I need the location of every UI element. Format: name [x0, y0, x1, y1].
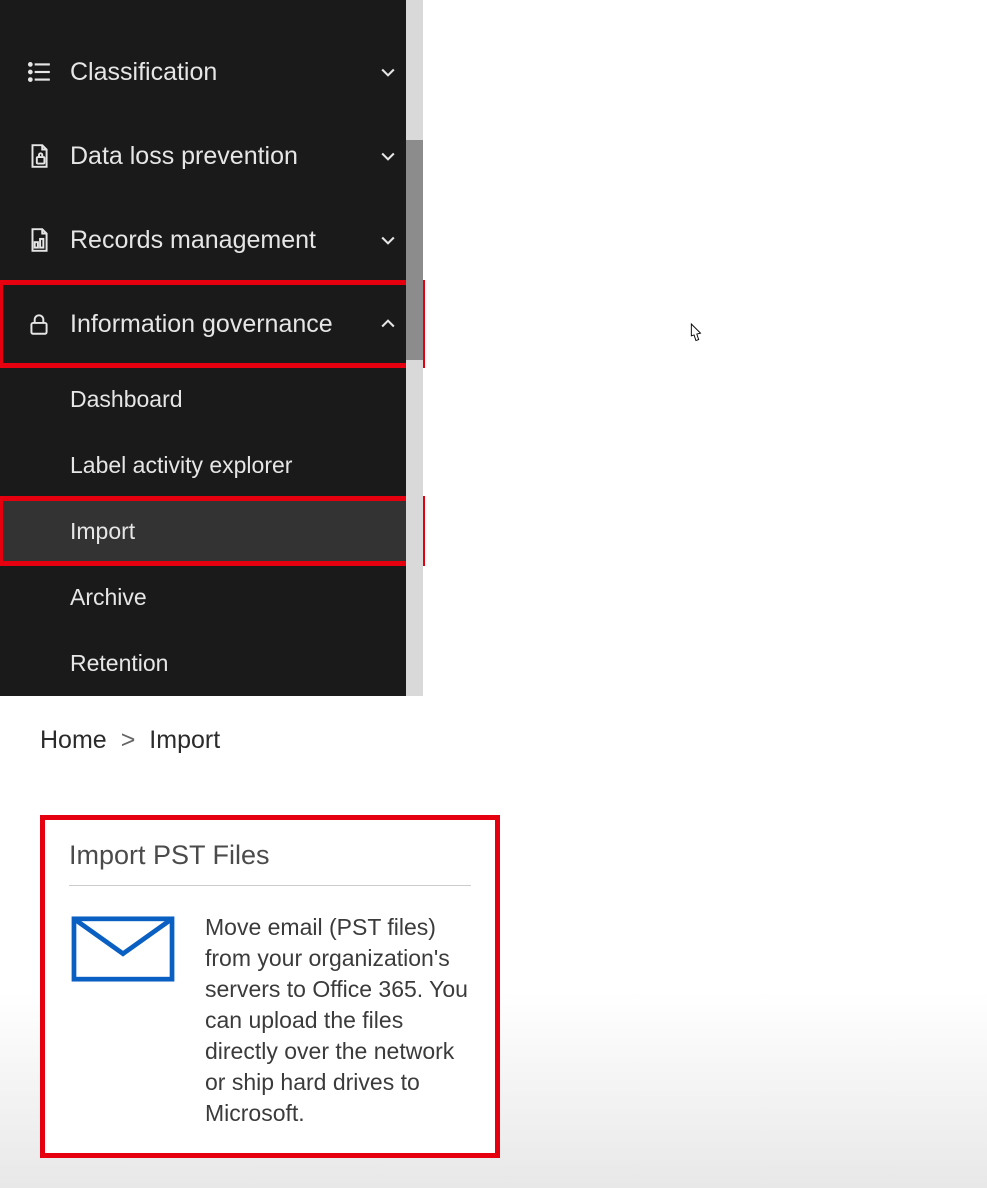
lock-icon — [24, 309, 54, 339]
sidebar: Classification Data loss prevention — [0, 0, 423, 696]
file-lock-icon — [24, 141, 54, 171]
sidebar-item-label: Classification — [70, 58, 377, 87]
sidebar-sub-dashboard[interactable]: Dashboard — [0, 366, 423, 432]
sidebar-item-label: Data loss prevention — [70, 142, 377, 171]
sidebar-item-information-governance[interactable]: Information governance — [0, 282, 423, 366]
card-description: Move email (PST files) from your organiz… — [205, 912, 471, 1129]
sidebar-item-label: Records management — [70, 226, 377, 255]
chevron-down-icon — [377, 61, 399, 83]
chevron-down-icon — [377, 229, 399, 251]
sidebar-sub-label: Archive — [70, 584, 147, 611]
nav-spacer — [0, 0, 423, 30]
sidebar-sub-label: Import — [70, 518, 135, 545]
sidebar-sub-import[interactable]: Import — [0, 498, 423, 564]
sidebar-sub-label-activity-explorer[interactable]: Label activity explorer — [0, 432, 423, 498]
sidebar-sub-archive[interactable]: Archive — [0, 564, 423, 630]
mail-icon — [69, 912, 177, 982]
card-title: Import PST Files — [69, 840, 471, 886]
breadcrumb-current[interactable]: Import — [149, 726, 220, 755]
scrollbar-thumb[interactable] — [406, 140, 423, 360]
sidebar-sub-retention[interactable]: Retention — [0, 630, 423, 696]
scrollbar-track[interactable] — [406, 0, 423, 696]
chevron-up-icon — [377, 313, 399, 335]
cursor-pointer-icon — [684, 322, 706, 348]
sidebar-sub-label: Label activity explorer — [70, 452, 292, 479]
breadcrumb-separator: > — [121, 726, 136, 755]
chevron-down-icon — [377, 145, 399, 167]
breadcrumb: Home > Import — [40, 726, 947, 755]
import-pst-card[interactable]: Import PST Files Move email (PST files) … — [40, 815, 500, 1158]
main-content: Home > Import Import PST Files Move emai… — [0, 696, 987, 1188]
sidebar-item-classification[interactable]: Classification — [0, 30, 423, 114]
sidebar-sub-label: Retention — [70, 650, 168, 677]
card-body: Move email (PST files) from your organiz… — [69, 912, 471, 1129]
sidebar-item-label: Information governance — [70, 310, 377, 339]
nav-list: Classification Data loss prevention — [0, 0, 423, 696]
sidebar-item-records-management[interactable]: Records management — [0, 198, 423, 282]
list-icon — [24, 57, 54, 87]
sidebar-item-data-loss-prevention[interactable]: Data loss prevention — [0, 114, 423, 198]
records-icon — [24, 225, 54, 255]
breadcrumb-home[interactable]: Home — [40, 726, 107, 755]
sidebar-sub-label: Dashboard — [70, 386, 183, 413]
